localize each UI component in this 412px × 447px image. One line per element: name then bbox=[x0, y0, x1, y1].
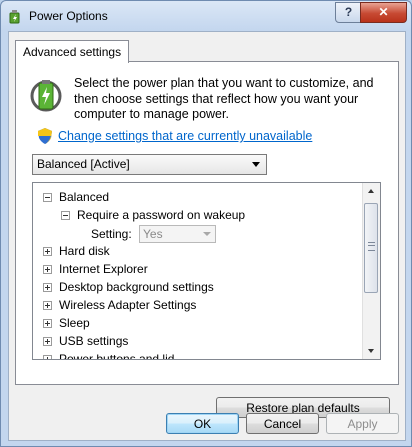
collapse-icon[interactable] bbox=[43, 193, 52, 202]
tree-node-label: Wireless Adapter Settings bbox=[59, 298, 197, 312]
apply-button[interactable]: Apply bbox=[326, 413, 399, 434]
chevron-down-icon bbox=[252, 162, 260, 167]
grip-icon bbox=[368, 242, 375, 251]
scroll-down-arrow-icon[interactable] bbox=[363, 342, 380, 359]
advanced-settings-panel: Select the power plan that you want to c… bbox=[15, 61, 399, 418]
tree-node-label: USB settings bbox=[59, 334, 129, 348]
settings-tree[interactable]: Balanced Require a password on wakeup Se… bbox=[32, 182, 381, 360]
uac-shield-icon bbox=[38, 128, 52, 144]
window-title: Power Options bbox=[29, 9, 108, 23]
expand-icon[interactable] bbox=[43, 355, 52, 359]
tree-node-label: Power buttons and lid bbox=[59, 352, 175, 359]
change-unavailable-settings-link[interactable]: Change settings that are currently unava… bbox=[58, 129, 312, 143]
power-options-icon bbox=[9, 10, 20, 24]
tab-advanced-settings[interactable]: Advanced settings bbox=[15, 40, 130, 63]
close-button[interactable]: ✕ bbox=[360, 2, 407, 23]
setting-label: Setting: bbox=[91, 227, 132, 241]
tree-node-label: Desktop background settings bbox=[59, 280, 214, 294]
expand-icon[interactable] bbox=[43, 337, 52, 346]
expand-icon[interactable] bbox=[43, 319, 52, 328]
expand-icon[interactable] bbox=[43, 283, 52, 292]
collapse-icon[interactable] bbox=[61, 211, 70, 220]
setting-value-dropdown[interactable]: Yes bbox=[139, 225, 216, 243]
title-bar[interactable]: Power Options ? ✕ bbox=[1, 1, 411, 31]
scrollbar-thumb[interactable] bbox=[364, 203, 378, 293]
tree-node-label: Internet Explorer bbox=[59, 262, 148, 276]
help-button[interactable]: ? bbox=[335, 2, 362, 23]
tree-node-label: Balanced bbox=[59, 190, 110, 204]
cancel-button[interactable]: Cancel bbox=[246, 413, 319, 434]
settings-tree-content: Balanced Require a password on wakeup Se… bbox=[33, 183, 363, 359]
tree-node-label: Hard disk bbox=[59, 244, 110, 258]
tree-node-label: Require a password on wakeup bbox=[77, 208, 246, 222]
expand-icon[interactable] bbox=[43, 301, 52, 310]
tree-node-label: Sleep bbox=[59, 316, 90, 330]
description-text: Select the power plan that you want to c… bbox=[74, 76, 374, 121]
battery-plan-icon bbox=[30, 80, 62, 112]
dialog-client-area: Advanced settings Select the power plan … bbox=[8, 31, 406, 441]
chevron-down-icon bbox=[203, 232, 211, 236]
expand-icon[interactable] bbox=[43, 247, 52, 256]
ok-button[interactable]: OK bbox=[166, 413, 239, 434]
power-options-window: Power Options ? ✕ Advanced settings Sele… bbox=[0, 0, 412, 447]
setting-value: Yes bbox=[143, 227, 163, 241]
tree-scrollbar[interactable] bbox=[362, 183, 380, 359]
expand-icon[interactable] bbox=[43, 265, 52, 274]
scroll-up-arrow-icon[interactable] bbox=[363, 183, 380, 200]
power-plan-value: Balanced [Active] bbox=[37, 157, 130, 171]
power-plan-dropdown[interactable]: Balanced [Active] bbox=[32, 154, 267, 175]
